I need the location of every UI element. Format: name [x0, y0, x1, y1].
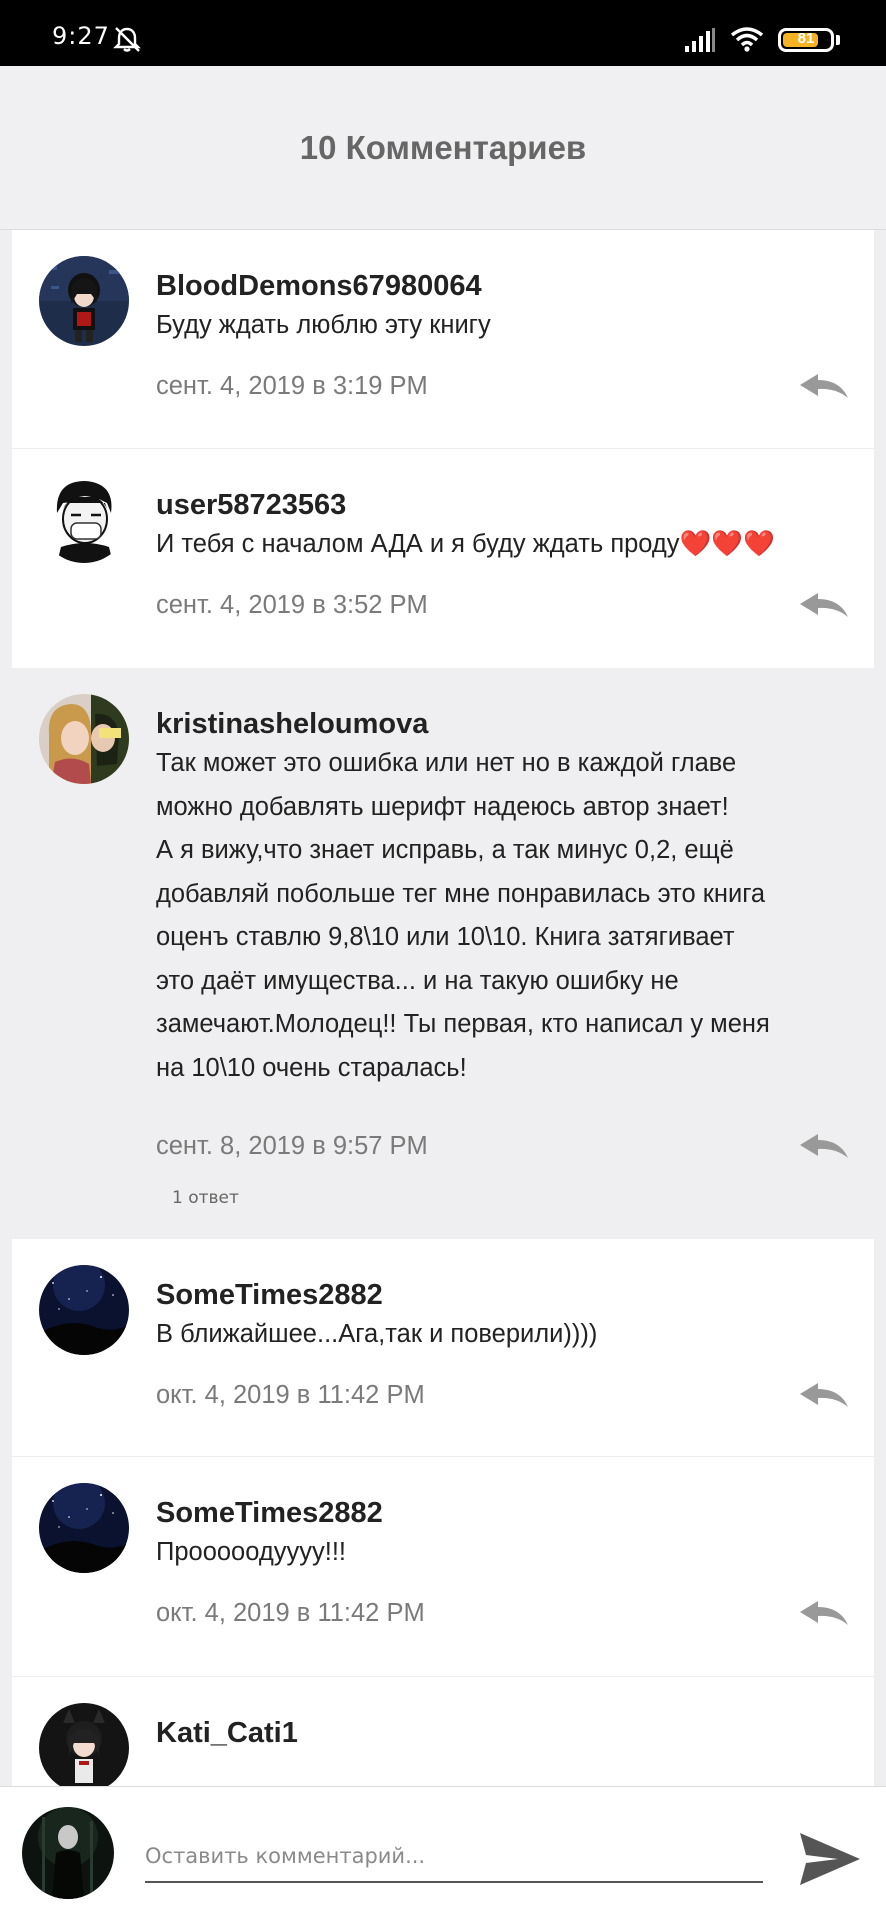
wifi-icon	[730, 27, 764, 52]
avatar[interactable]	[39, 1483, 129, 1573]
page-title: 10 Комментариев	[299, 128, 587, 166]
reply-icon[interactable]	[798, 1599, 850, 1629]
comment-input[interactable]	[145, 1831, 763, 1883]
battery-level: 81	[797, 30, 815, 47]
comment-date: окт. 4, 2019 в 11:42 PM	[156, 1599, 425, 1627]
avatar[interactable]	[39, 1265, 129, 1355]
avatar-image	[39, 694, 129, 784]
avatar-image	[39, 473, 129, 563]
battery-icon: 81	[778, 28, 834, 52]
reply-icon[interactable]	[798, 1381, 850, 1411]
comment-text: Так может это ошибка или нет но в каждой…	[156, 749, 770, 1082]
status-bar: 9:27 81	[0, 0, 886, 66]
comment-date: окт. 4, 2019 в 11:42 PM	[156, 1381, 425, 1409]
avatar[interactable]	[39, 694, 129, 784]
reply-icon[interactable]	[798, 591, 850, 621]
avatar-image	[39, 1483, 129, 1573]
comment-item: SomeTimes2882 В ближайшее...Ага,так и по…	[12, 1238, 874, 1456]
replies-link[interactable]: 1 ответ	[172, 1188, 239, 1208]
comment-username[interactable]: SomeTimes2882	[156, 1497, 383, 1530]
avatar-image	[39, 1265, 129, 1355]
comment-username[interactable]: SomeTimes2882	[156, 1279, 383, 1312]
comment-item: kristinasheloumova Так может это ошибка …	[12, 668, 874, 1238]
comment-date: сент. 4, 2019 в 3:19 PM	[156, 372, 428, 400]
status-time: 9:27	[52, 22, 110, 50]
signal-icon	[685, 28, 715, 52]
page-header: 10 Комментариев	[0, 66, 886, 230]
reply-icon[interactable]	[798, 372, 850, 402]
comment-username[interactable]: Kati_Cati1	[156, 1717, 298, 1750]
comment-text: И тебя с началом АДА и я буду ждать прод…	[156, 530, 775, 558]
battery-tip	[836, 35, 840, 45]
alarm-off-icon	[113, 27, 141, 52]
avatar[interactable]	[39, 473, 129, 563]
comment-date: сент. 8, 2019 в 9:57 PM	[156, 1132, 428, 1160]
current-user-avatar[interactable]	[22, 1807, 114, 1899]
comment-username[interactable]: BloodDemons67980064	[156, 270, 482, 303]
avatar-image	[39, 1703, 129, 1793]
comment-item: BloodDemons67980064 Буду ждать люблю эту…	[12, 230, 874, 448]
comment-item: SomeTimes2882 Прооооодуууу!!! окт. 4, 20…	[12, 1456, 874, 1676]
avatar[interactable]	[39, 256, 129, 346]
comment-item: user58723563 И тебя с началом АДА и я бу…	[12, 448, 874, 668]
avatar[interactable]	[39, 1703, 129, 1793]
reply-icon[interactable]	[798, 1132, 850, 1162]
comment-username[interactable]: kristinasheloumova	[156, 708, 428, 741]
comment-date: сент. 4, 2019 в 3:52 PM	[156, 591, 428, 619]
avatar-image	[22, 1807, 114, 1899]
comment-username[interactable]: user58723563	[156, 489, 346, 522]
comment-text: Прооооодуууу!!!	[156, 1538, 346, 1566]
comments-screen: 9:27 81 10 Комментариев BloodDemons67980…	[0, 0, 886, 1920]
send-icon[interactable]	[798, 1829, 862, 1889]
comments-list[interactable]: BloodDemons67980064 Буду ждать люблю эту…	[12, 230, 874, 1836]
comment-text: В ближайшее...Ага,так и поверили))))	[156, 1320, 598, 1348]
comment-composer	[0, 1786, 886, 1920]
avatar-image	[39, 256, 129, 346]
comment-text: Буду ждать люблю эту книгу	[156, 311, 491, 339]
